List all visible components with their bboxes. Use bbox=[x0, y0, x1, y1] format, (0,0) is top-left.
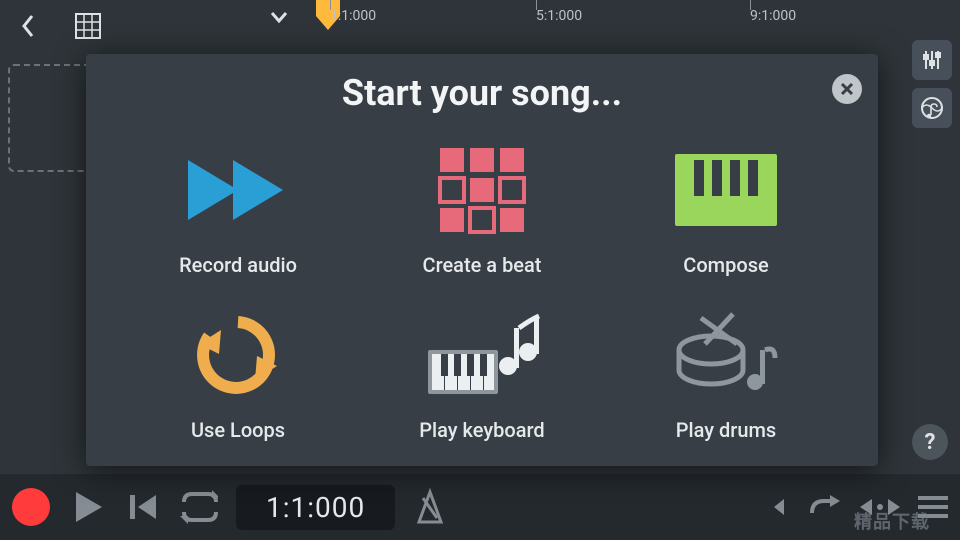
piano-icon bbox=[671, 145, 781, 235]
dropdown-button[interactable] bbox=[268, 6, 290, 32]
ruler-mark: 1:1:000 bbox=[330, 8, 376, 24]
side-tools bbox=[908, 40, 956, 128]
play-button[interactable] bbox=[68, 488, 106, 526]
browse-button[interactable] bbox=[912, 88, 952, 128]
loop-icon bbox=[193, 310, 283, 400]
option-label: Play drums bbox=[676, 418, 776, 442]
drum-icon bbox=[671, 310, 781, 400]
option-label: Compose bbox=[683, 253, 768, 277]
pad-grid-icon bbox=[438, 145, 526, 235]
option-play-drums[interactable]: Play drums bbox=[604, 293, 848, 458]
undo-left-button[interactable] bbox=[770, 495, 790, 519]
watermark: 精品下载 bbox=[854, 508, 930, 534]
ruler-mark: 5:1:000 bbox=[536, 8, 582, 24]
help-label: ? bbox=[925, 430, 936, 455]
fast-forward-icon bbox=[178, 145, 298, 235]
transport-bar: 1:1:000 bbox=[0, 474, 960, 540]
grid-view-button[interactable] bbox=[68, 6, 108, 46]
redo-button[interactable] bbox=[808, 493, 842, 521]
option-use-loops[interactable]: Use Loops bbox=[116, 293, 360, 458]
option-label: Record audio bbox=[179, 253, 297, 277]
modal-options-grid: Record audio Create a beat bbox=[116, 128, 848, 458]
option-play-keyboard[interactable]: Play keyboard bbox=[360, 293, 604, 458]
modal-title: Start your song... bbox=[116, 72, 848, 114]
keyboard-note-icon bbox=[422, 310, 542, 400]
mixer-button[interactable] bbox=[912, 40, 952, 80]
time-display[interactable]: 1:1:000 bbox=[236, 485, 395, 530]
back-button[interactable] bbox=[8, 6, 48, 46]
loop-button[interactable] bbox=[178, 490, 218, 524]
option-compose[interactable]: Compose bbox=[604, 128, 848, 293]
skip-start-button[interactable] bbox=[124, 489, 160, 525]
option-label: Play keyboard bbox=[419, 418, 544, 442]
option-record-audio[interactable]: Record audio bbox=[116, 128, 360, 293]
metronome-button[interactable] bbox=[413, 488, 447, 526]
start-song-modal: Start your song... Record audio Create a… bbox=[86, 54, 878, 466]
close-button[interactable] bbox=[832, 74, 862, 104]
option-create-beat[interactable]: Create a beat bbox=[360, 128, 604, 293]
timeline-ruler[interactable]: 1:1:000 5:1:000 9:1:000 bbox=[310, 0, 900, 50]
record-button[interactable] bbox=[12, 488, 50, 526]
ruler-mark: 9:1:000 bbox=[750, 8, 796, 24]
option-label: Create a beat bbox=[423, 253, 542, 277]
option-label: Use Loops bbox=[191, 418, 285, 442]
help-button[interactable]: ? bbox=[912, 424, 948, 460]
